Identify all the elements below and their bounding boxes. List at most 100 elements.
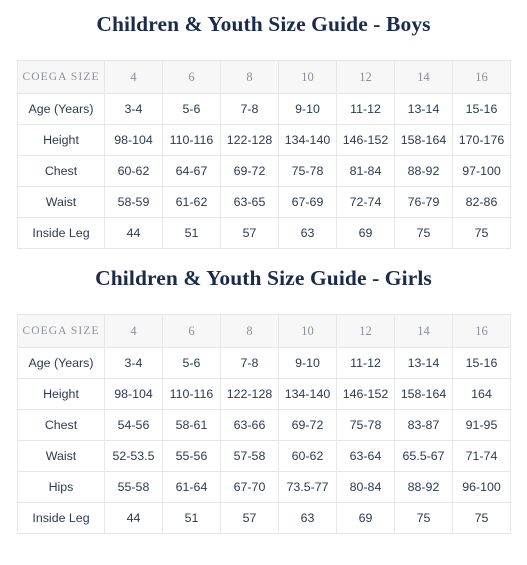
cell-inside-leg-4: 44: [104, 217, 163, 249]
cell-hips-14: 88-92: [394, 471, 453, 503]
table-row: Inside Leg 44 51 57 63 69 75 75: [17, 217, 511, 249]
row-label-chest: Chest: [17, 409, 105, 441]
cell-height-14: 158-164: [394, 124, 453, 156]
column-header-size-10: 10: [278, 60, 337, 94]
cell-chest-10: 69-72: [278, 409, 337, 441]
table-header-row: COEGA SIZE 4 6 8 10 12 14 16: [17, 60, 511, 94]
column-header-size-12: 12: [336, 60, 395, 94]
column-header-size-8: 8: [220, 314, 279, 348]
table-row: Inside Leg 44 51 57 63 69 75 75: [17, 502, 511, 534]
size-table-boys-container: COEGA SIZE 4 6 8 10 12 14 16 Age (Years)…: [0, 60, 527, 249]
table-row: Waist 52-53.5 55-56 57-58 60-62 63-64 65…: [17, 440, 511, 472]
cell-inside-leg-10: 63: [278, 217, 337, 249]
table-row: Height 98-104 110-116 122-128 134-140 14…: [17, 124, 511, 156]
cell-chest-12: 75-78: [336, 409, 395, 441]
cell-waist-8: 63-65: [220, 186, 279, 218]
cell-hips-12: 80-84: [336, 471, 395, 503]
table-row: Hips 55-58 61-64 67-70 73.5-77 80-84 88-…: [17, 471, 511, 503]
cell-height-4: 98-104: [104, 378, 163, 410]
cell-height-16: 164: [452, 378, 511, 410]
cell-waist-4: 52-53.5: [104, 440, 163, 472]
cell-waist-10: 60-62: [278, 440, 337, 472]
row-label-hips: Hips: [17, 471, 105, 503]
column-header-coega-size: COEGA SIZE: [17, 60, 105, 94]
cell-chest-14: 88-92: [394, 155, 453, 187]
cell-age-years-14: 13-14: [394, 93, 453, 125]
cell-height-4: 98-104: [104, 124, 163, 156]
cell-waist-16: 82-86: [452, 186, 511, 218]
row-label-inside-leg: Inside Leg: [17, 502, 105, 534]
cell-height-6: 110-116: [162, 124, 221, 156]
row-label-height: Height: [17, 378, 105, 410]
cell-age-years-14: 13-14: [394, 347, 453, 379]
cell-inside-leg-12: 69: [336, 217, 395, 249]
cell-height-16: 170-176: [452, 124, 511, 156]
cell-age-years-16: 15-16: [452, 347, 511, 379]
table-body-boys: Age (Years) 3-4 5-6 7-8 9-10 11-12 13-14…: [17, 93, 511, 249]
cell-age-years-4: 3-4: [104, 93, 163, 125]
row-label-waist: Waist: [17, 186, 105, 218]
cell-height-12: 146-152: [336, 378, 395, 410]
cell-age-years-12: 11-12: [336, 347, 395, 379]
cell-height-6: 110-116: [162, 378, 221, 410]
cell-inside-leg-14: 75: [394, 502, 453, 534]
table-body-girls: Age (Years) 3-4 5-6 7-8 9-10 11-12 13-14…: [17, 347, 511, 534]
cell-inside-leg-8: 57: [220, 502, 279, 534]
cell-chest-10: 75-78: [278, 155, 337, 187]
cell-height-8: 122-128: [220, 378, 279, 410]
cell-waist-6: 55-56: [162, 440, 221, 472]
cell-age-years-8: 7-8: [220, 347, 279, 379]
column-header-size-12: 12: [336, 314, 395, 348]
cell-age-years-16: 15-16: [452, 93, 511, 125]
cell-age-years-4: 3-4: [104, 347, 163, 379]
cell-chest-8: 63-66: [220, 409, 279, 441]
cell-chest-6: 64-67: [162, 155, 221, 187]
column-header-size-16: 16: [452, 60, 511, 94]
column-header-size-10: 10: [278, 314, 337, 348]
table-header-boys: COEGA SIZE 4 6 8 10 12 14 16: [17, 60, 511, 94]
cell-inside-leg-4: 44: [104, 502, 163, 534]
column-header-size-14: 14: [394, 314, 453, 348]
cell-height-10: 134-140: [278, 378, 337, 410]
column-header-coega-size: COEGA SIZE: [17, 314, 105, 348]
cell-inside-leg-10: 63: [278, 502, 337, 534]
cell-chest-12: 81-84: [336, 155, 395, 187]
cell-age-years-10: 9-10: [278, 347, 337, 379]
table-header-girls: COEGA SIZE 4 6 8 10 12 14 16: [17, 314, 511, 348]
cell-inside-leg-16: 75: [452, 217, 511, 249]
cell-waist-12: 72-74: [336, 186, 395, 218]
cell-age-years-12: 11-12: [336, 93, 395, 125]
cell-height-12: 146-152: [336, 124, 395, 156]
column-header-size-16: 16: [452, 314, 511, 348]
page-title-boys: Children & Youth Size Guide - Boys: [96, 12, 431, 36]
size-table-girls: COEGA SIZE 4 6 8 10 12 14 16 Age (Years)…: [17, 314, 511, 534]
cell-chest-14: 83-87: [394, 409, 453, 441]
cell-waist-14: 76-79: [394, 186, 453, 218]
cell-waist-16: 71-74: [452, 440, 511, 472]
cell-age-years-10: 9-10: [278, 93, 337, 125]
cell-waist-14: 65.5-67: [394, 440, 453, 472]
column-header-size-14: 14: [394, 60, 453, 94]
cell-hips-10: 73.5-77: [278, 471, 337, 503]
cell-chest-16: 97-100: [452, 155, 511, 187]
cell-inside-leg-14: 75: [394, 217, 453, 249]
cell-height-10: 134-140: [278, 124, 337, 156]
column-header-size-4: 4: [104, 60, 163, 94]
table-header-row: COEGA SIZE 4 6 8 10 12 14 16: [17, 314, 511, 348]
cell-waist-12: 63-64: [336, 440, 395, 472]
cell-chest-16: 91-95: [452, 409, 511, 441]
cell-waist-10: 67-69: [278, 186, 337, 218]
cell-hips-16: 96-100: [452, 471, 511, 503]
cell-inside-leg-16: 75: [452, 502, 511, 534]
size-table-girls-container: COEGA SIZE 4 6 8 10 12 14 16 Age (Years)…: [0, 314, 527, 534]
row-label-height: Height: [17, 124, 105, 156]
cell-waist-8: 57-58: [220, 440, 279, 472]
column-header-size-4: 4: [104, 314, 163, 348]
row-label-waist: Waist: [17, 440, 105, 472]
column-header-size-6: 6: [162, 314, 221, 348]
table-row: Age (Years) 3-4 5-6 7-8 9-10 11-12 13-14…: [17, 93, 511, 125]
row-label-age-years: Age (Years): [17, 347, 105, 379]
cell-waist-4: 58-59: [104, 186, 163, 218]
table-row: Chest 60-62 64-67 69-72 75-78 81-84 88-9…: [17, 155, 511, 187]
cell-inside-leg-6: 51: [162, 502, 221, 534]
